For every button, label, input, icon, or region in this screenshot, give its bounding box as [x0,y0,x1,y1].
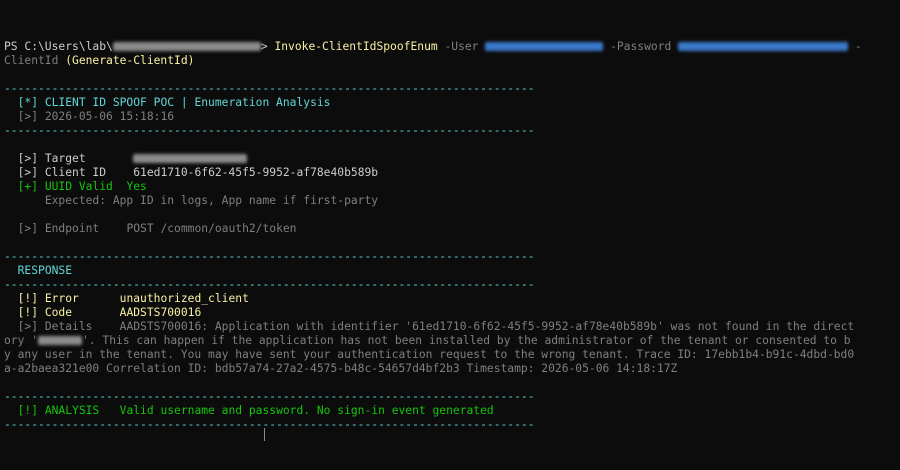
code-line: [!] Code AADSTS700016 [4,306,202,320]
time-tag: [>] [17,110,39,123]
password-flag: -Password [603,40,679,53]
details-text-2a: ory ' [4,334,39,347]
prompt-path: PS C:\Users\lab\ [4,40,113,53]
code-tag: [!] [17,306,39,319]
details-text-3: y any user in the tenant. You may have s… [4,348,855,361]
timestamp: 2026-05-06 15:18:16 [38,110,175,123]
details-text-2b: '. This can happen if the application ha… [82,334,851,347]
page-title: CLIENT ID SPOOF POC | Enumeration Analys… [38,96,331,109]
code-label: Code [38,306,73,319]
command-name: Invoke-ClientIdSpoofEnum [274,40,438,53]
header-title-line: [*] CLIENT ID SPOOF POC | Enumeration An… [4,96,331,110]
title-tag: [*] [17,96,39,109]
prompt-line-continued: ClientId (Generate-ClientId) [4,54,194,68]
details-line-3: y any user in the tenant. You may have s… [4,348,854,362]
separator: ----------------------------------------… [4,124,535,137]
header-time-line: [>] 2026-05-06 15:18:16 [4,110,174,124]
redacted-tenant [38,336,83,345]
clientid-tag: [>] [17,166,39,179]
analysis-tag: [!] [17,404,39,417]
uuid-label: UUID Valid [38,180,113,193]
clientid-label: Client ID [38,166,107,179]
user-flag: -User [437,40,486,53]
terminal-window[interactable]: PS C:\Users\lab\ > Invoke-ClientIdSpoofEn… [0,0,900,470]
clientid-param: ClientId [4,54,66,67]
error-line: [!] Error unauthorized_client [4,292,249,306]
uuid-value: Yes [126,180,147,193]
code-value: AADSTS700016 [119,306,202,319]
endpoint-line: [>] Endpoint POST /common/oauth2/token [4,222,297,236]
details-label: Details [38,320,93,333]
separator: ----------------------------------------… [4,418,535,431]
details-tag: [>] [17,320,39,333]
endpoint-tag: [>] [17,222,39,235]
separator: ----------------------------------------… [4,278,535,291]
separator: ----------------------------------------… [4,390,535,403]
expected-line: Expected: App ID in logs, App name if fi… [4,194,378,208]
clientid-value: 61ed1710-6f62-45f5-9952-af78e40b589b [133,166,379,179]
uuid-line: [+] UUID Valid Yes [4,180,147,194]
prompt-suffix: > [260,40,275,53]
uuid-tag: [+] [17,180,39,193]
redacted-password-value [678,42,849,51]
response-heading-line: RESPONSE [4,264,72,278]
error-label: Error [38,292,79,305]
clientid-param-value: (Generate-ClientId) [65,54,195,67]
analysis-line: [!] ANALYSIS Valid username and password… [4,404,494,418]
separator: ----------------------------------------… [4,82,535,95]
endpoint-label: Endpoint [38,222,100,235]
wrap-tail: - [848,40,862,53]
clientid-line: [>] Client ID 61ed1710-6f62-45f5-9952-af… [4,166,379,180]
redacted-username-path [112,42,261,51]
redacted-user-value [485,42,604,51]
text-cursor [264,428,265,441]
error-value: unauthorized_client [119,292,249,305]
details-text-4: a-a2baea321e00 Correlation ID: bdb57a74-… [4,362,678,375]
separator: ----------------------------------------… [4,250,535,263]
redacted-target-value [133,154,248,163]
target-label: Target [38,152,86,165]
analysis-label: ANALYSIS [38,404,100,417]
error-tag: [!] [17,292,39,305]
response-heading: RESPONSE [17,264,73,277]
details-line: [>] Details AADSTS700016: Application wi… [4,320,855,334]
prompt-line: PS C:\Users\lab\ > Invoke-ClientIdSpoofEn… [4,40,862,54]
endpoint-value: POST /common/oauth2/token [126,222,297,235]
analysis-text: Valid username and password. No sign-in … [119,404,494,417]
expected-note: Expected: App ID in logs, App name if fi… [44,194,379,207]
details-line-4: a-a2baea321e00 Correlation ID: bdb57a74-… [4,362,677,376]
target-tag: [>] [17,152,39,165]
details-text-1: AADSTS700016: Application with identifie… [119,320,855,333]
target-line: [>] Target [4,152,248,166]
details-line-2: ory ' '. This can happen if the applicati… [4,334,851,348]
